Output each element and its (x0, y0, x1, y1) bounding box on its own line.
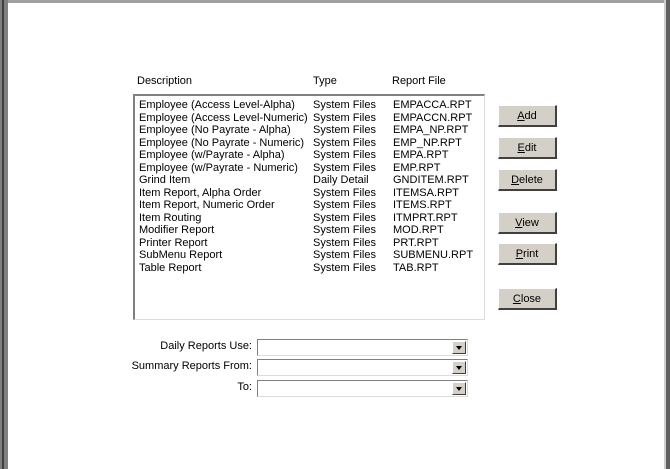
add-button[interactable]: Add (498, 105, 557, 127)
view-button[interactable]: View (498, 212, 557, 234)
report-type: System Files (313, 211, 376, 224)
report-file: GNDITEM.RPT (393, 174, 469, 186)
report-file: MOD.RPT (393, 224, 444, 236)
column-header-report-file: Report File (392, 75, 446, 87)
report-type: System Files (313, 249, 376, 261)
window-top-border (8, 0, 670, 3)
report-file: EMPACCA.RPT (393, 99, 472, 111)
report-description: Employee (Access Level-Alpha) (139, 99, 295, 111)
report-type: System Files (313, 136, 376, 149)
report-file: TAB.RPT (393, 261, 439, 274)
report-file: EMPA_NP.RPT (393, 124, 469, 136)
summary-reports-from-select[interactable] (257, 359, 468, 376)
report-type: System Files (313, 161, 376, 174)
report-list[interactable]: Employee (Access Level-Alpha) System File… (133, 94, 485, 320)
report-type: System Files (313, 236, 376, 249)
report-type: System Files (313, 124, 376, 136)
to-select[interactable] (257, 380, 468, 397)
report-file: SUBMENU.RPT (393, 249, 474, 261)
chevron-down-icon[interactable] (452, 341, 466, 354)
report-file: ITEMSA.RPT (393, 186, 460, 199)
report-description: Employee (w/Payrate - Numeric) (139, 161, 298, 174)
daily-reports-use-label: Daily Reports Use: (160, 340, 252, 352)
report-description: Employee (Access Level-Numeric) (139, 111, 308, 124)
report-description: Employee (w/Payrate - Alpha) (139, 149, 285, 161)
report-description: SubMenu Report (139, 249, 223, 261)
report-file: EMPA.RPT (393, 149, 449, 161)
summary-reports-from-label: Summary Reports From: (131, 360, 252, 372)
report-description: Table Report (139, 261, 202, 274)
report-type: Daily Detail (313, 174, 369, 186)
report-description: Employee (No Payrate - Numeric) (139, 136, 305, 149)
report-description: Modifier Report (139, 224, 215, 236)
column-header-description: Description (137, 75, 193, 87)
report-description: Item Report, Alpha Order (139, 186, 262, 199)
report-description: Item Report, Numeric Order (139, 199, 275, 211)
report-file: ITEMS.RPT (393, 199, 452, 211)
report-description: Grind Item (139, 174, 191, 186)
window-right-border (664, 0, 670, 469)
delete-button[interactable]: Delete (498, 169, 557, 191)
report-file: ITMPRT.RPT (393, 211, 458, 224)
chevron-down-icon[interactable] (452, 382, 466, 395)
report-type: System Files (313, 149, 376, 161)
report-type: System Files (313, 261, 376, 274)
report-file: EMPACCN.RPT (393, 111, 473, 124)
report-file: EMP_NP.RPT (393, 136, 462, 149)
close-button[interactable]: Close (498, 288, 557, 310)
report-description: Employee (No Payrate - Alpha) (139, 124, 291, 136)
report-type: System Files (313, 186, 376, 199)
report-description: Item Routing (139, 211, 202, 224)
report-type: System Files (313, 111, 376, 124)
report-file: PRT.RPT (393, 236, 439, 249)
daily-reports-use-select[interactable] (257, 339, 468, 356)
report-description: Printer Report (139, 236, 208, 249)
report-file: EMP.RPT (393, 161, 441, 174)
to-label: To: (237, 381, 252, 393)
print-button[interactable]: Print (498, 243, 557, 265)
column-header-type: Type (313, 75, 337, 87)
edit-button[interactable]: Edit (498, 137, 557, 159)
report-type: System Files (313, 224, 376, 236)
report-type: System Files (313, 199, 376, 211)
window-left-border (0, 0, 8, 469)
chevron-down-icon[interactable] (452, 361, 466, 374)
report-type: System Files (313, 99, 376, 111)
